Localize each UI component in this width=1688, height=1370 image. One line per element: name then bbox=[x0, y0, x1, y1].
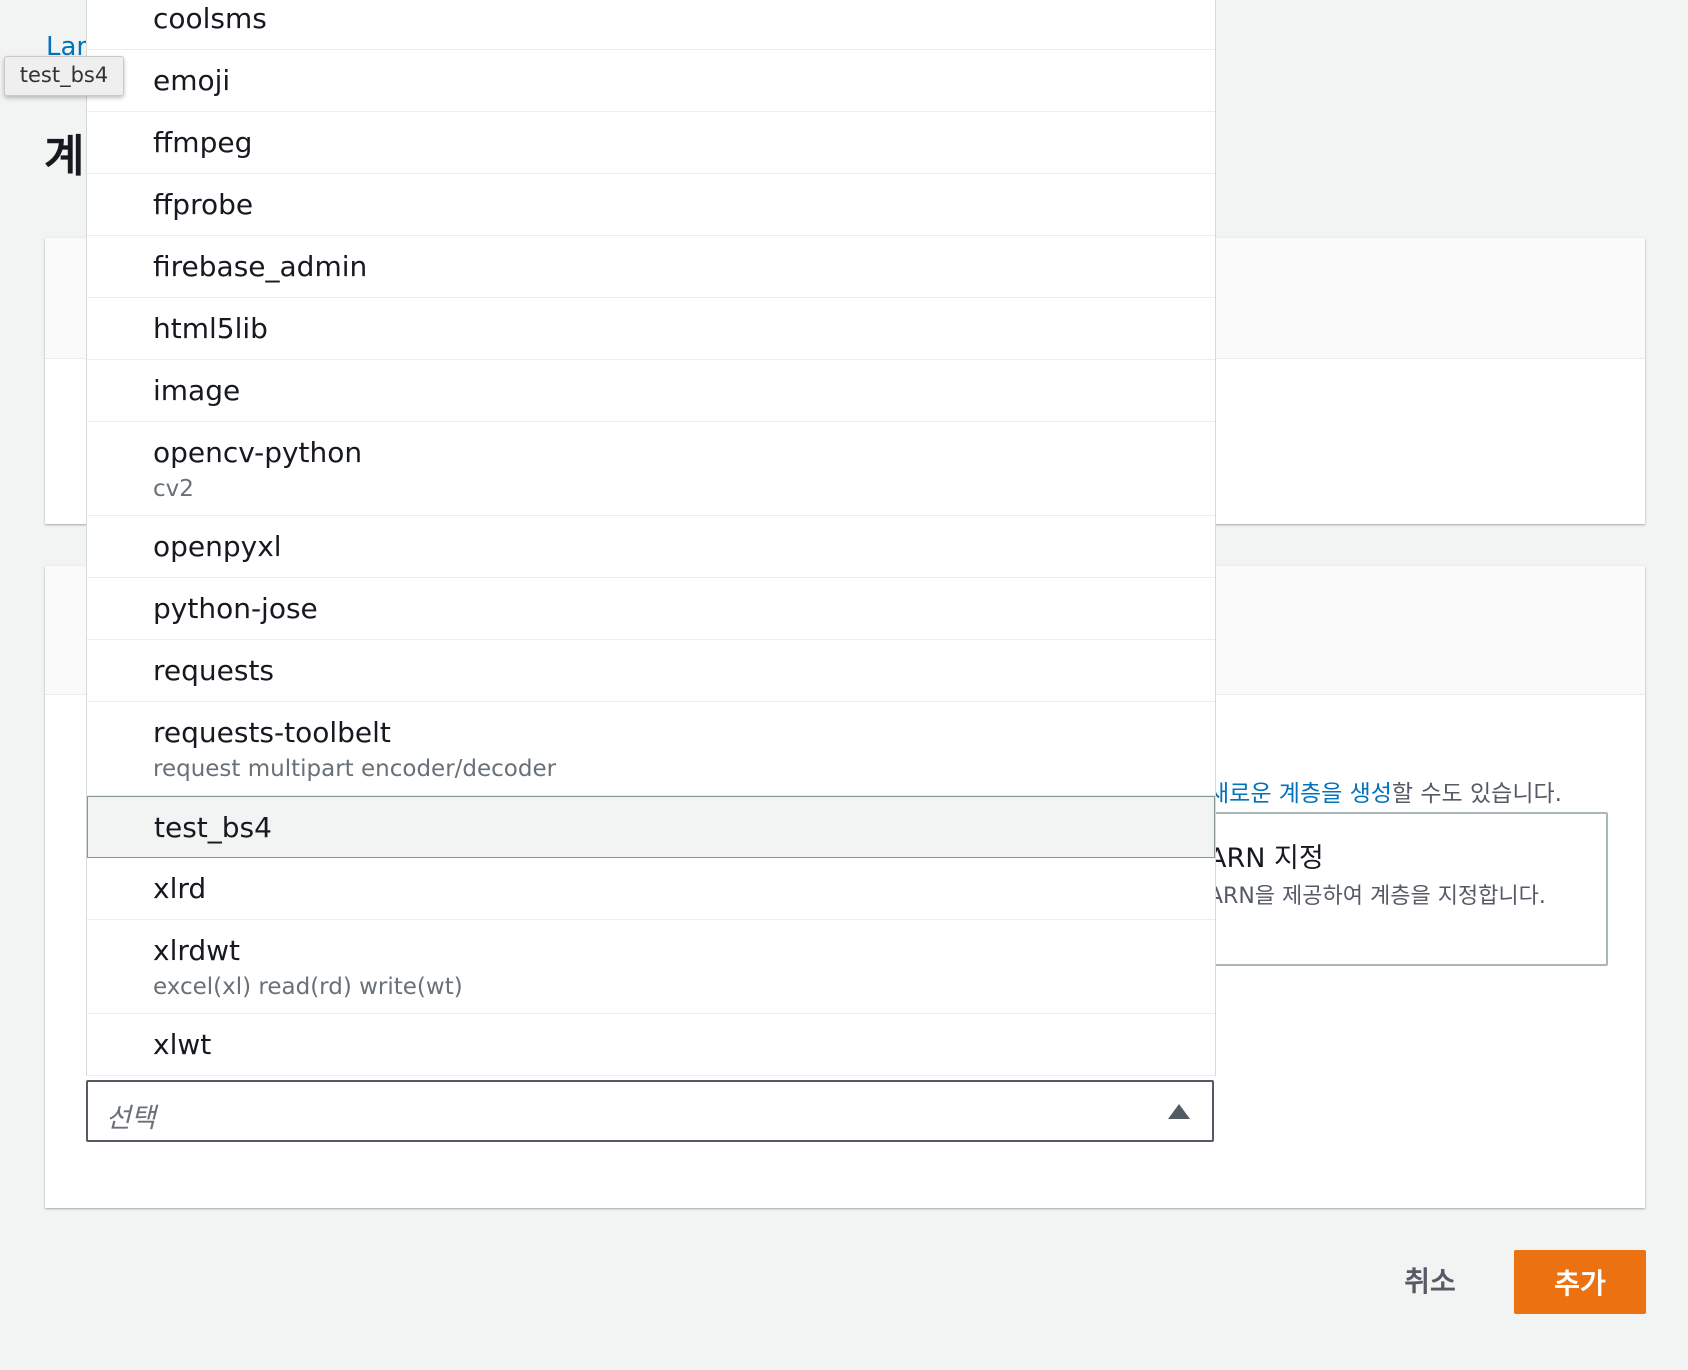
dropdown-option[interactable]: requests-toolbelt request multipart encod… bbox=[87, 702, 1215, 796]
cancel-button[interactable]: 취소 bbox=[1370, 1248, 1490, 1312]
dropdown-option[interactable]: xlrd bbox=[87, 858, 1215, 920]
add-button[interactable]: 추가 bbox=[1514, 1250, 1646, 1314]
option-label: ffprobe bbox=[153, 188, 254, 221]
dropdown-option[interactable]: test_bs4 bbox=[87, 796, 1215, 858]
dropdown-option[interactable]: firebase_admin bbox=[87, 236, 1215, 298]
select-placeholder: 선택 bbox=[106, 1103, 156, 1134]
option-label: xlwt bbox=[153, 1028, 212, 1061]
arn-option-description: ARN을 제공하여 계층을 지정합니다. bbox=[1208, 884, 1546, 909]
option-label: coolsms bbox=[153, 2, 267, 35]
option-description: request multipart encoder/decoder bbox=[153, 756, 557, 782]
option-label: emoji bbox=[153, 64, 231, 97]
arn-option-tile[interactable]: ARN 지정 ARN을 제공하여 계층을 지정합니다. bbox=[1198, 812, 1608, 966]
option-label: opencv-python bbox=[153, 436, 363, 469]
dropdown-option[interactable]: xlwt bbox=[87, 1014, 1215, 1076]
dropdown-option[interactable]: python-jose bbox=[87, 578, 1215, 640]
option-label: python-jose bbox=[153, 592, 318, 625]
dropdown-option[interactable]: html5lib bbox=[87, 298, 1215, 360]
dropdown-option[interactable]: image bbox=[87, 360, 1215, 422]
layer-dropdown-list: coolsms emoji ffmpeg ffprobe firebase_adminh… bbox=[86, 0, 1216, 1076]
dropdown-option[interactable]: requests bbox=[87, 640, 1215, 702]
dropdown-option[interactable]: ffprobe bbox=[87, 174, 1215, 236]
layer-hint-suffix: 할 수도 있습니다. bbox=[1391, 781, 1562, 807]
layer-hint: 새로운 계층을 생성할 수도 있습니다. bbox=[1208, 774, 1562, 808]
option-description: cv2 bbox=[153, 476, 194, 502]
arn-option-title: ARN 지정 bbox=[1208, 843, 1324, 874]
dropdown-option[interactable]: xlrdwt excel(xl) read(rd) write(wt) bbox=[87, 920, 1215, 1014]
option-label: requests-toolbelt bbox=[153, 716, 391, 749]
caret-up-icon bbox=[1168, 1104, 1190, 1119]
dropdown-option[interactable]: ffmpeg bbox=[87, 112, 1215, 174]
dropdown-option[interactable]: opencv-python cv2 bbox=[87, 422, 1215, 516]
layer-select[interactable]: 선택 bbox=[86, 1080, 1214, 1142]
create-layer-link[interactable]: 새로운 계층을 생성 bbox=[1208, 781, 1392, 807]
option-label: xlrd bbox=[153, 872, 207, 905]
option-label: firebase_admin bbox=[153, 250, 368, 283]
option-label: html5lib bbox=[153, 312, 268, 345]
option-label: xlrdwt bbox=[153, 934, 241, 967]
option-label: test_bs4 bbox=[154, 811, 272, 844]
option-label: ffmpeg bbox=[153, 126, 253, 159]
tooltip: test_bs4 bbox=[4, 56, 124, 96]
option-label: image bbox=[153, 374, 241, 407]
dropdown-option[interactable]: coolsms bbox=[87, 0, 1215, 50]
option-description: excel(xl) read(rd) write(wt) bbox=[153, 974, 463, 1000]
dropdown-option[interactable]: emoji bbox=[87, 50, 1215, 112]
dropdown-option[interactable]: openpyxl bbox=[87, 516, 1215, 578]
option-label: openpyxl bbox=[153, 530, 282, 563]
option-label: requests bbox=[153, 654, 275, 687]
